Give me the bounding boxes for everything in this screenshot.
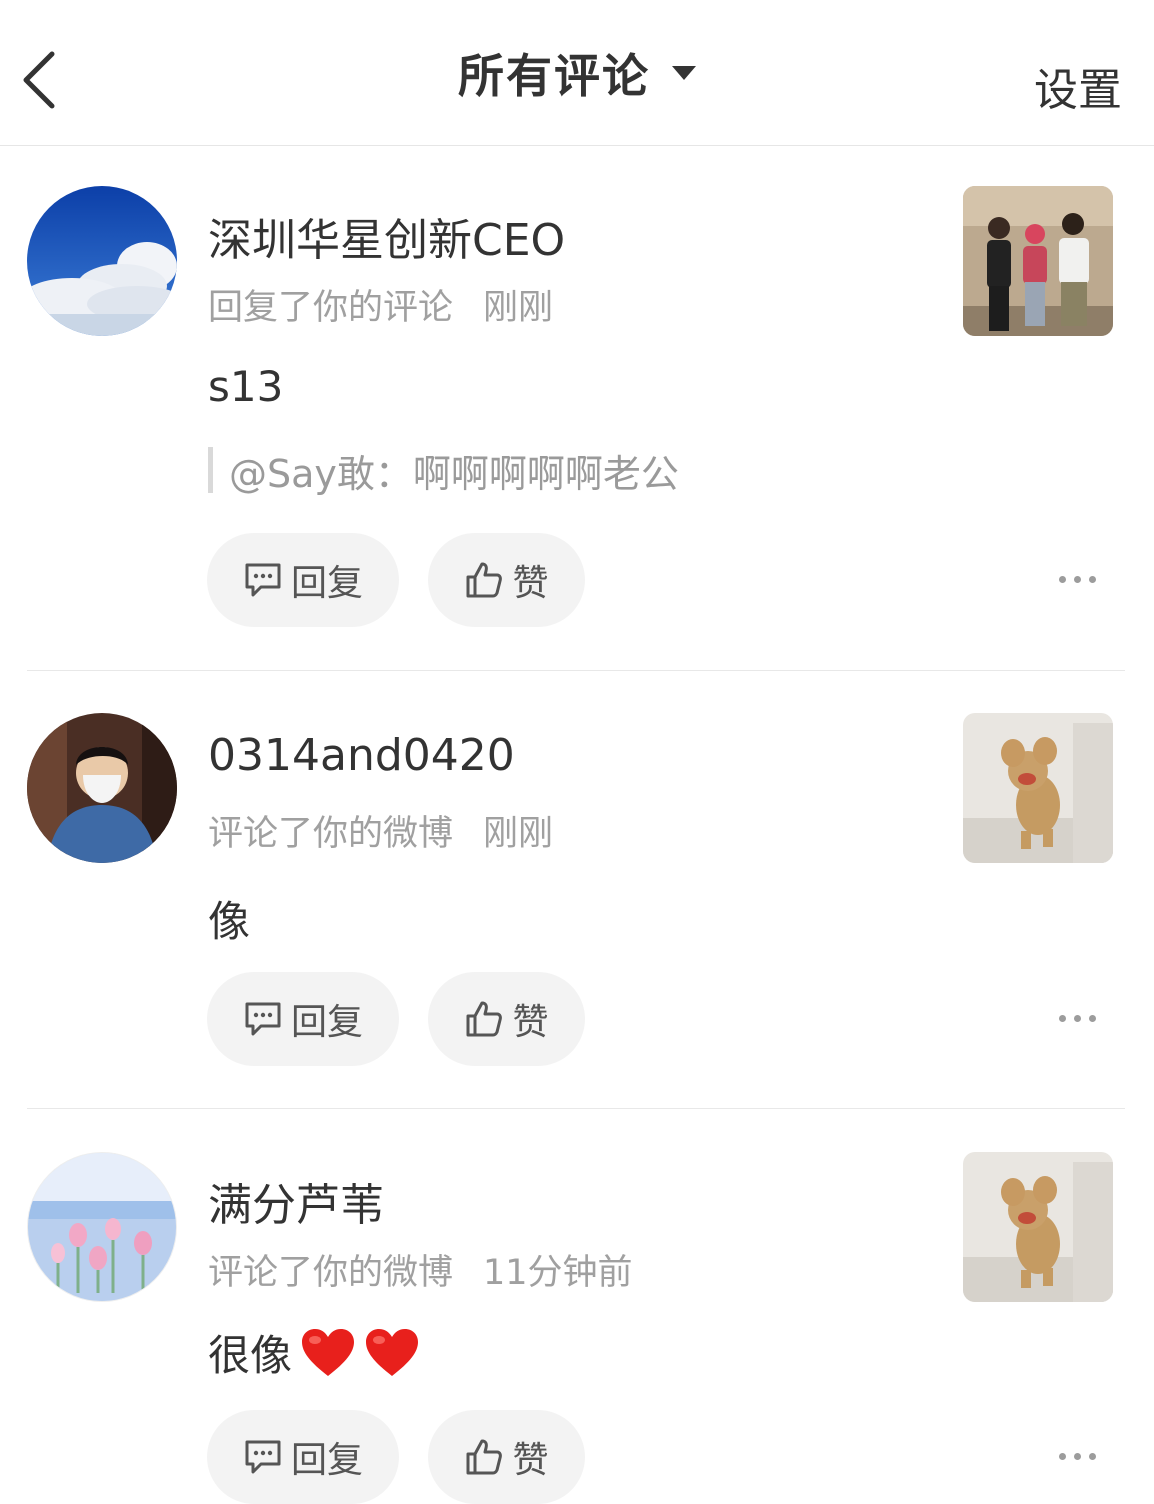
thumbs-up-icon (466, 1001, 503, 1037)
like-label: 赞 (512, 1002, 549, 1043)
timestamp: 刚刚 (483, 814, 554, 854)
avatar[interactable] (27, 186, 177, 336)
top-bar: 所有评论 设置 (0, 0, 1154, 146)
comment-meta: 回复了你的评论 刚刚 (208, 279, 553, 330)
action-text: 评论了你的微博 (208, 814, 454, 854)
comment-text: 像 (208, 897, 251, 946)
comment-filter-dropdown[interactable]: 所有评论 (458, 40, 696, 106)
comment-bubble-icon (245, 563, 281, 597)
like-button[interactable]: 赞 (428, 1410, 585, 1504)
comment-meta: 评论了你的微博 11分钟前 (208, 1244, 633, 1295)
comment-bubble-icon (245, 1002, 281, 1036)
like-button[interactable]: 赞 (428, 533, 585, 627)
comment-text: s13 (208, 362, 284, 411)
reply-button[interactable]: 回复 (207, 972, 399, 1066)
comment-bubble-icon (245, 1440, 281, 1474)
back-button[interactable] (18, 48, 62, 112)
user-name[interactable]: 满分芦苇 (208, 1169, 384, 1233)
reply-button[interactable]: 回复 (207, 1410, 399, 1504)
reply-button[interactable]: 回复 (207, 533, 399, 627)
page-title: 所有评论 (458, 48, 650, 103)
thumbs-up-icon (466, 562, 503, 598)
divider (27, 670, 1125, 671)
settings-button[interactable]: 设置 (1034, 54, 1122, 118)
reply-label: 回复 (290, 563, 363, 604)
comment-text: 很像 (208, 1331, 293, 1380)
quoted-comment[interactable]: @Say敢：啊啊啊啊啊老公 (208, 447, 679, 496)
avatar[interactable] (27, 713, 177, 863)
comment-meta: 评论了你的微博 刚刚 (208, 805, 553, 856)
caret-down-icon (672, 65, 696, 80)
action-text: 回复了你的评论 (208, 288, 454, 328)
red-heart-emoji-icon (302, 1328, 355, 1376)
like-label: 赞 (512, 1440, 549, 1481)
more-options-button[interactable] (1056, 1447, 1100, 1467)
more-options-button[interactable] (1056, 570, 1100, 590)
post-thumbnail[interactable] (963, 1152, 1113, 1302)
reply-label: 回复 (290, 1002, 363, 1043)
like-label: 赞 (512, 563, 549, 604)
post-thumbnail[interactable] (963, 186, 1113, 336)
chevron-left-icon (23, 51, 55, 109)
red-heart-emoji-icon (366, 1328, 419, 1376)
post-thumbnail[interactable] (963, 713, 1113, 863)
reply-label: 回复 (290, 1440, 363, 1481)
user-name[interactable]: 0314and0420 (208, 730, 515, 781)
thumbs-up-icon (466, 1439, 503, 1475)
user-name[interactable]: 深圳华星创新CEO (208, 204, 565, 268)
comment-content: 很像 (208, 1322, 420, 1383)
timestamp: 11分钟前 (483, 1253, 633, 1293)
action-text: 评论了你的微博 (208, 1253, 454, 1293)
like-button[interactable]: 赞 (428, 972, 585, 1066)
timestamp: 刚刚 (483, 288, 554, 328)
divider (27, 1108, 1125, 1109)
avatar[interactable] (27, 1152, 177, 1302)
more-options-button[interactable] (1056, 1009, 1100, 1029)
